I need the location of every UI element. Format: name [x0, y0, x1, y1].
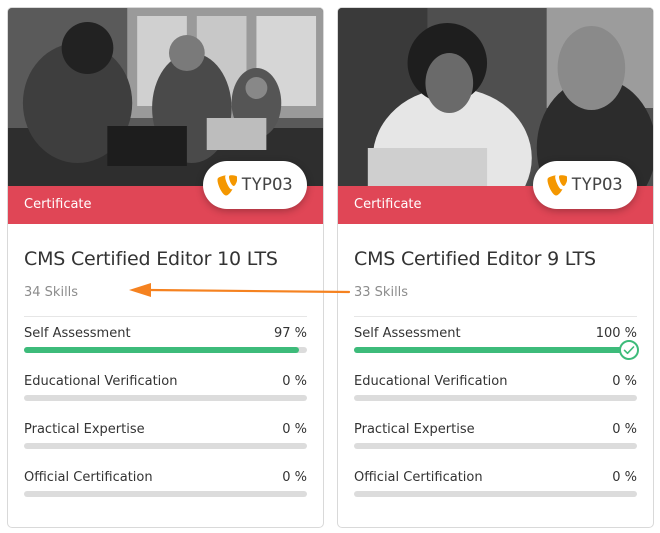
- progress-track: [354, 395, 637, 401]
- metric-official-certification: Official Certification 0 %: [24, 461, 307, 509]
- metric-label: Educational Verification: [354, 374, 508, 389]
- metric-educational-verification: Educational Verification 0 %: [354, 365, 637, 413]
- progress-track: [354, 340, 639, 360]
- metric-label: Practical Expertise: [24, 422, 145, 437]
- typo3-badge: TYPO3: [203, 161, 307, 209]
- metric-official-certification: Official Certification 0 %: [354, 461, 637, 509]
- typo3-wordmark: TYPO3: [571, 175, 623, 195]
- card-body: CMS Certified Editor 10 LTS 34 Skills Se…: [24, 224, 307, 509]
- card-title[interactable]: CMS Certified Editor 10 LTS: [24, 248, 307, 270]
- typo3-badge: TYPO3: [533, 161, 637, 209]
- certificate-card[interactable]: Certificate TYPO3 CMS Certified Editor 9…: [337, 7, 654, 528]
- card-title[interactable]: CMS Certified Editor 9 LTS: [354, 248, 637, 270]
- metric-label: Self Assessment: [354, 326, 461, 341]
- typo3-logo-icon: [217, 174, 238, 195]
- metric-self-assessment: Self Assessment 97 %: [24, 317, 307, 365]
- typo3-logo-icon: [547, 174, 568, 195]
- progress-track: [354, 491, 637, 497]
- progress-fill: [354, 347, 637, 353]
- metric-educational-verification: Educational Verification 0 %: [24, 365, 307, 413]
- typo3-wordmark: TYPO3: [241, 175, 293, 195]
- metric-value: 0 %: [612, 422, 637, 437]
- metric-label: Practical Expertise: [354, 422, 475, 437]
- progress-track: [24, 395, 307, 401]
- card-photo: [338, 8, 653, 186]
- progress-track: [24, 347, 307, 353]
- progress-track: [24, 491, 307, 497]
- metric-practical-expertise: Practical Expertise 0 %: [354, 413, 637, 461]
- metric-value: 97 %: [273, 326, 307, 341]
- metric-value: 100 %: [595, 326, 637, 341]
- card-body: CMS Certified Editor 9 LTS 33 Skills Sel…: [354, 224, 639, 509]
- metric-value: 0 %: [612, 470, 637, 485]
- metric-self-assessment: Self Assessment 100 %: [354, 317, 639, 365]
- metric-value: 0 %: [282, 374, 307, 389]
- progress-track: [354, 443, 637, 449]
- progress-fill: [24, 347, 299, 353]
- metric-practical-expertise: Practical Expertise 0 %: [24, 413, 307, 461]
- metric-label: Official Certification: [24, 470, 153, 485]
- metric-label: Educational Verification: [24, 374, 178, 389]
- arrow-left-icon: [129, 283, 350, 297]
- skills-count: 33 Skills: [354, 285, 409, 300]
- certificate-card[interactable]: Certificate TYPO3 CMS Certified Editor 1…: [7, 7, 324, 528]
- metric-label: Official Certification: [354, 470, 483, 485]
- card-photo: [8, 8, 323, 186]
- progress-track: [24, 443, 307, 449]
- metric-value: 0 %: [282, 422, 307, 437]
- metric-value: 0 %: [282, 470, 307, 485]
- metric-value: 0 %: [612, 374, 637, 389]
- check-circle-icon: [619, 340, 639, 360]
- metric-label: Self Assessment: [24, 326, 131, 341]
